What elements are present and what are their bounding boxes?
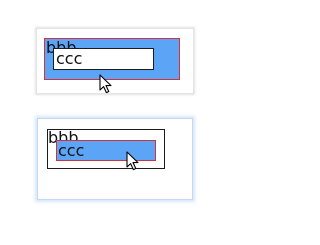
inner-box-label: ccc: [56, 49, 83, 68]
mouse-pointer-icon: [99, 74, 112, 94]
inner-box-highlighted[interactable]: ccc: [56, 140, 156, 161]
outer-box[interactable]: bbb ccc: [47, 129, 165, 169]
bottom-example-panel: bbb ccc: [37, 118, 193, 200]
top-example-panel: bbb ccc: [37, 29, 193, 93]
mouse-pointer-icon: [126, 151, 139, 171]
inner-box[interactable]: ccc: [53, 48, 154, 70]
inner-box-label: ccc: [58, 141, 85, 160]
